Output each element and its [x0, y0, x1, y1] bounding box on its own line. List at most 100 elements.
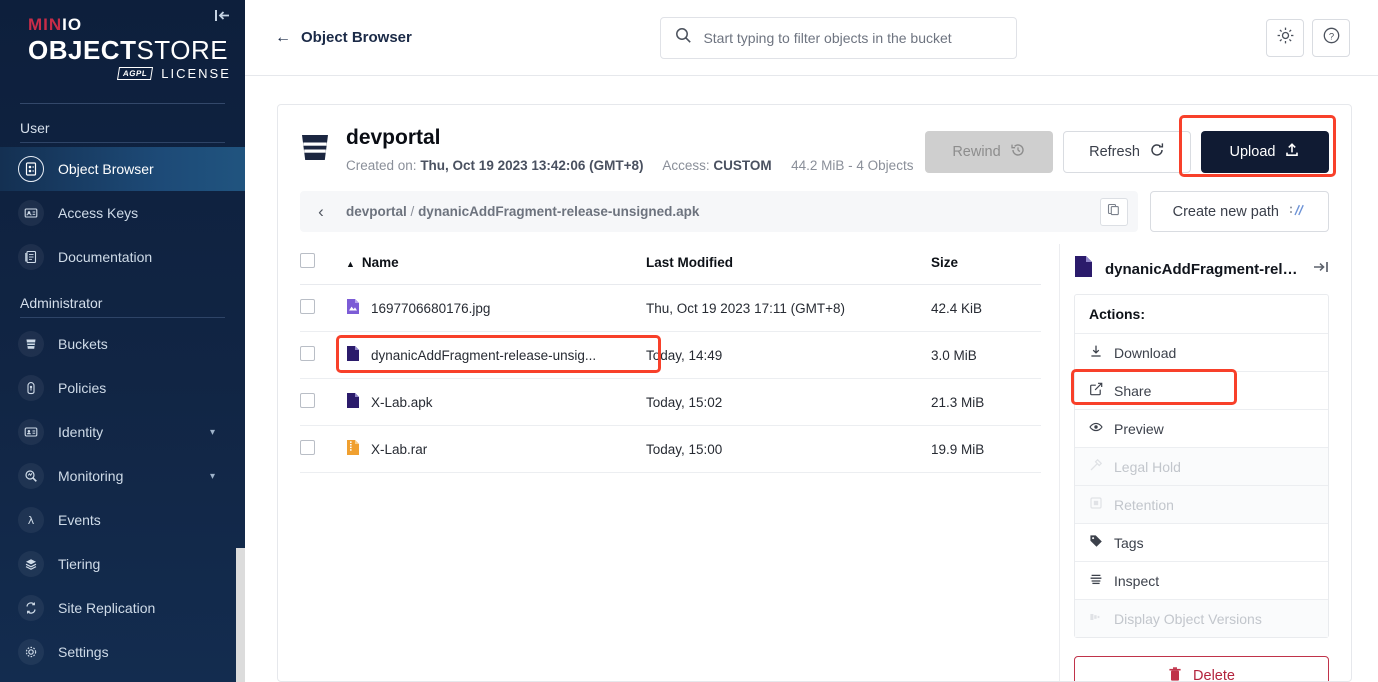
table-row[interactable]: X-Lab.rar Today, 15:00 19.9 MiB: [300, 425, 1041, 474]
sidebar-item-monitoring[interactable]: Monitoring ▾: [0, 454, 245, 498]
sidebar-item-policies[interactable]: Policies: [0, 366, 245, 410]
brand-divider: [20, 103, 225, 105]
minio-min-text: MIN: [28, 15, 63, 34]
row-checkbox[interactable]: [300, 346, 315, 362]
legal-hold-icon: [1089, 458, 1103, 475]
action-retention: Retention: [1075, 486, 1328, 525]
settings-button[interactable]: [1266, 18, 1304, 57]
created-on-value: Thu, Oct 19 2023 13:42:06 (GMT+8): [420, 158, 644, 174]
sidebar-item-access-keys[interactable]: Access Keys: [0, 191, 245, 235]
upload-label: Upload: [1229, 144, 1276, 160]
sidebar-item-object-browser[interactable]: Object Browser: [0, 147, 245, 192]
row-checkbox[interactable]: [300, 440, 315, 456]
sort-asc-caret-icon[interactable]: ▲: [346, 259, 355, 269]
events-lambda-icon: λ: [18, 507, 44, 534]
sidebar-item-site-replication[interactable]: Site Replication: [0, 586, 245, 630]
action-share[interactable]: Share: [1071, 369, 1328, 411]
search-box[interactable]: [660, 16, 1018, 59]
row-select-cell: [300, 425, 346, 474]
svg-text:λ: λ: [28, 514, 35, 527]
column-header-last-modified[interactable]: Last Modified: [646, 244, 931, 286]
table-row[interactable]: dynanicAddFragment-release-unsig... Toda…: [300, 331, 1041, 380]
table-row[interactable]: 1697706680176.jpg Thu, Oct 19 2023 17:11…: [300, 284, 1041, 333]
action-label: Legal Hold: [1114, 458, 1181, 475]
sidebar-item-label: Object Browser: [58, 161, 154, 178]
back-to-object-browser[interactable]: ← Object Browser: [275, 29, 412, 47]
row-name-cell: 1697706680176.jpg: [346, 284, 646, 333]
created-on-label: Created on:: [346, 158, 417, 174]
sidebar-section-user-label: User: [20, 120, 50, 137]
row-modified: Today, 15:00: [646, 425, 931, 474]
row-checkbox[interactable]: [300, 393, 315, 409]
column-header-size[interactable]: Size: [931, 244, 1041, 286]
svg-text:?: ?: [1328, 31, 1333, 42]
column-header-name[interactable]: ▲ Name: [346, 244, 646, 286]
sidebar-item-label: Events: [58, 512, 101, 529]
rewind-button[interactable]: Rewind: [925, 131, 1053, 173]
help-button[interactable]: ?: [1312, 18, 1350, 57]
chevron-left-icon[interactable]: ‹: [304, 191, 338, 232]
bucket-size-objects: 44.2 MiB - 4 Objects: [791, 158, 914, 174]
identity-card-icon: [18, 419, 44, 446]
file-name: dynanicAddFragment-release-unsig...: [371, 347, 597, 363]
objects-table-wrap: ▲ Name Last Modified Size 1697706680176.…: [300, 244, 1041, 681]
minio-io-text: IO: [62, 15, 83, 34]
download-icon: [1089, 344, 1103, 361]
copy-path-button[interactable]: [1099, 197, 1128, 226]
apk-file-icon: [346, 345, 360, 365]
sidebar: MINIO OBJECTSTORE AGPL LICENSE User Obje…: [0, 0, 245, 682]
rewind-label: Rewind: [952, 144, 1001, 160]
chevron-down-icon[interactable]: ▾: [210, 471, 215, 482]
row-checkbox[interactable]: [300, 299, 315, 315]
action-preview[interactable]: Preview: [1075, 410, 1328, 449]
row-size: 19.9 MiB: [931, 425, 1041, 474]
expand-right-icon[interactable]: [1313, 260, 1329, 278]
row-modified: Today, 15:02: [646, 378, 931, 427]
rewind-clock-icon: [1010, 142, 1026, 162]
action-inspect[interactable]: Inspect: [1075, 562, 1328, 601]
top-bar: ← Object Browser Start typing to filter …: [245, 0, 1378, 76]
sidebar-item-label: Settings: [58, 644, 109, 661]
sidebar-item-buckets[interactable]: Buckets: [0, 322, 245, 366]
chevron-down-icon[interactable]: ▾: [210, 427, 215, 438]
upload-icon: [1284, 142, 1300, 162]
delete-button[interactable]: Delete: [1074, 656, 1329, 681]
sidebar-item-label: Site Replication: [58, 600, 156, 617]
breadcrumb-bucket[interactable]: devportal: [346, 204, 407, 219]
sidebar-item-documentation[interactable]: Documentation: [0, 235, 245, 279]
action-label: Display Object Versions: [1114, 610, 1262, 627]
breadcrumb-object: dynanicAddFragment-release-unsigned.apk: [418, 204, 700, 220]
sidebar-item-settings[interactable]: Settings: [0, 630, 245, 674]
refresh-label: Refresh: [1089, 144, 1140, 160]
create-new-path-button[interactable]: Create new path: [1149, 191, 1329, 233]
file-name: X-Lab.apk: [371, 394, 433, 410]
collapse-left-icon[interactable]: [214, 8, 231, 26]
action-tags[interactable]: Tags: [1075, 524, 1328, 563]
path-field[interactable]: ‹ devportal / dynanicAddFragment-release…: [300, 191, 1138, 233]
search-input[interactable]: [703, 29, 1003, 46]
copy-icon: [1107, 203, 1120, 221]
row-select-cell: [300, 284, 346, 333]
bucket-actions: Rewind Refresh Upload: [925, 115, 1336, 177]
sidebar-scrollbar[interactable]: [236, 548, 245, 682]
upload-button[interactable]: Upload: [1201, 131, 1329, 173]
selected-object-name: dynanicAddFragment-releas...: [1105, 260, 1301, 278]
sidebar-item-identity[interactable]: Identity ▾: [0, 410, 245, 454]
share-icon: [1089, 382, 1103, 399]
action-download[interactable]: Download: [1075, 334, 1328, 373]
action-label: Share: [1114, 382, 1152, 399]
table-row[interactable]: X-Lab.apk Today, 15:02 21.3 MiB: [300, 378, 1041, 427]
section-rule-user: [20, 142, 225, 144]
eye-preview-icon: [1089, 420, 1103, 437]
sidebar-item-label: Policies: [58, 380, 107, 397]
refresh-button[interactable]: Refresh: [1063, 131, 1191, 173]
sidebar-item-events[interactable]: λ Events: [0, 498, 245, 542]
sidebar-item-label: Buckets: [58, 336, 108, 353]
site-replication-icon: [18, 595, 44, 622]
sidebar-item-tiering[interactable]: Tiering: [0, 542, 245, 586]
object-browser-icon: [18, 156, 44, 183]
action-legal-hold: Legal Hold: [1075, 448, 1328, 487]
row-modified: Today, 14:49: [646, 331, 931, 380]
select-all-checkbox[interactable]: [300, 253, 315, 269]
action-label: Preview: [1114, 420, 1164, 437]
